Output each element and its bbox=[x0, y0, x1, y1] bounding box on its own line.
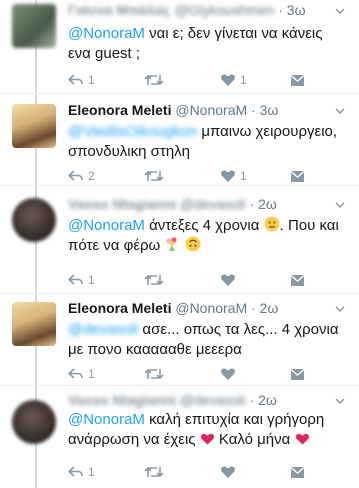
retweet-button[interactable] bbox=[144, 366, 164, 382]
retweet-button[interactable] bbox=[144, 72, 164, 88]
chevron-down-icon[interactable] bbox=[335, 304, 345, 314]
avatar[interactable] bbox=[12, 198, 56, 242]
like-button[interactable]: 1 bbox=[220, 72, 247, 88]
timestamp[interactable]: 3ω bbox=[260, 102, 279, 118]
red-heart-emoji bbox=[295, 433, 309, 445]
like-icon bbox=[221, 368, 235, 380]
dm-icon bbox=[290, 466, 305, 478]
tweet-actions: 1 bbox=[68, 272, 338, 288]
retweet-button[interactable] bbox=[144, 464, 164, 480]
tweet-text: @VasilisOikougkon μπαινω χειρουργειο, σπ… bbox=[68, 123, 338, 160]
tweet-header: Eleonora Meleti @NonoraM · 3ω bbox=[68, 102, 279, 118]
reply-button[interactable]: 1 bbox=[68, 366, 95, 382]
timestamp[interactable]: 2ω bbox=[260, 300, 279, 316]
reply-icon bbox=[68, 368, 83, 379]
retweet-icon bbox=[144, 74, 164, 86]
dm-icon bbox=[290, 274, 305, 286]
retweet-icon bbox=[144, 274, 164, 286]
tweet-text: @NonoraM ναι ε; δεν γίνεται να κάνεις εν… bbox=[68, 25, 323, 62]
mention-link[interactable]: @NonoraM bbox=[68, 411, 145, 428]
tweet-header: Eleonora Meleti @NonoraM · 2ω bbox=[68, 300, 279, 316]
dm-icon bbox=[290, 74, 305, 86]
avatar[interactable] bbox=[12, 302, 56, 346]
author-name[interactable]: Eleonora Meleti bbox=[68, 300, 171, 316]
like-icon bbox=[221, 466, 235, 478]
reply-icon bbox=[68, 466, 83, 477]
tweet-1[interactable]: Γιάννα Μπάλας @Glykoushmen · 3ω @NonoraM… bbox=[0, 0, 359, 94]
author-name[interactable]: Vasso Ntagianni bbox=[68, 196, 176, 212]
bouquet-emoji bbox=[166, 237, 178, 251]
tweet-header: Vasso Ntagianni @devasoli · 2ω bbox=[68, 196, 277, 212]
author-handle[interactable]: @devasoli bbox=[180, 392, 246, 408]
dm-icon bbox=[290, 368, 305, 380]
tweet-actions: 2 1 bbox=[68, 168, 338, 184]
tweet-actions: 1 1 bbox=[68, 72, 338, 88]
like-button[interactable] bbox=[220, 366, 236, 382]
avatar[interactable] bbox=[12, 4, 56, 48]
tweet-header: Vasso Ntagianni @devasoli · 2ω bbox=[68, 392, 277, 408]
tweet-2[interactable]: Eleonora Meleti @NonoraM · 3ω @VasilisOi… bbox=[0, 94, 359, 186]
dm-button[interactable] bbox=[290, 272, 305, 288]
author-handle[interactable]: @devasoli bbox=[180, 196, 246, 212]
mention-link[interactable]: @NonoraM bbox=[68, 25, 145, 42]
chevron-down-icon[interactable] bbox=[335, 396, 345, 406]
retweet-icon bbox=[144, 368, 164, 380]
red-heart-emoji bbox=[200, 433, 214, 445]
reply-button[interactable]: 1 bbox=[68, 272, 95, 288]
dm-button[interactable] bbox=[290, 72, 305, 88]
like-button[interactable]: 1 bbox=[220, 168, 247, 184]
retweet-icon bbox=[144, 466, 164, 478]
like-icon bbox=[221, 274, 235, 286]
author-name[interactable]: Vasso Ntagianni bbox=[68, 392, 176, 408]
dm-button[interactable] bbox=[290, 366, 305, 382]
neutral-face-emoji bbox=[264, 216, 280, 232]
like-icon bbox=[221, 74, 235, 86]
tweet-5[interactable]: Vasso Ntagianni @devasoli · 2ω @NonoraM … bbox=[0, 386, 359, 488]
timestamp[interactable]: 2ω bbox=[258, 392, 277, 408]
retweet-button[interactable] bbox=[144, 272, 164, 288]
chevron-down-icon[interactable] bbox=[335, 6, 345, 16]
tweet-text: @NonoraM καλή επιτυχία και γρήγορη ανάρρ… bbox=[68, 411, 325, 448]
author-handle[interactable]: @NonoraM bbox=[175, 300, 247, 316]
timestamp[interactable]: 3ω bbox=[287, 2, 306, 18]
reply-icon bbox=[68, 274, 83, 285]
mention-link[interactable]: @devasoli bbox=[68, 321, 138, 338]
avatar[interactable] bbox=[12, 104, 56, 148]
reply-button[interactable]: 2 bbox=[68, 168, 95, 184]
chevron-down-icon[interactable] bbox=[335, 106, 345, 116]
tweet-actions: 1 bbox=[68, 366, 338, 382]
like-button[interactable] bbox=[220, 272, 236, 288]
retweet-button[interactable] bbox=[144, 168, 164, 184]
like-button[interactable] bbox=[220, 464, 236, 480]
reply-icon bbox=[68, 74, 83, 85]
author-handle[interactable]: @Glykoushmen bbox=[175, 2, 275, 18]
tweet-text: @devasoli ασε... οπως τα λες... 4 χρονια… bbox=[68, 321, 339, 358]
tweet-3[interactable]: Vasso Ntagianni @devasoli · 2ω @NonoraM … bbox=[0, 186, 359, 294]
dm-button[interactable] bbox=[290, 464, 305, 480]
timestamp[interactable]: 2ω bbox=[258, 196, 277, 212]
chevron-down-icon[interactable] bbox=[335, 200, 345, 210]
reply-button[interactable]: 1 bbox=[68, 72, 95, 88]
like-icon bbox=[221, 170, 235, 182]
upside-down-face-emoji bbox=[185, 236, 201, 252]
reply-button[interactable]: 1 bbox=[68, 464, 95, 480]
mention-link[interactable]: @NonoraM bbox=[68, 217, 145, 234]
author-handle[interactable]: @NonoraM bbox=[175, 102, 247, 118]
retweet-icon bbox=[144, 170, 164, 182]
dm-button[interactable] bbox=[290, 168, 305, 184]
mention-link[interactable]: @VasilisOikougkon bbox=[68, 123, 197, 140]
author-name[interactable]: Γιάννα Μπάλας bbox=[68, 2, 171, 18]
tweet-4[interactable]: Eleonora Meleti @NonoraM · 2ω @devasoli … bbox=[0, 294, 359, 386]
dm-icon bbox=[290, 170, 305, 182]
avatar[interactable] bbox=[12, 400, 56, 444]
tweet-header: Γιάννα Μπάλας @Glykoushmen · 3ω bbox=[68, 2, 306, 18]
reply-icon bbox=[68, 170, 83, 181]
tweet-text: @NonoraM άντεξες 4 χρονια . Που και πότε… bbox=[68, 216, 339, 254]
author-name[interactable]: Eleonora Meleti bbox=[68, 102, 171, 118]
tweet-actions: 1 bbox=[68, 464, 338, 480]
